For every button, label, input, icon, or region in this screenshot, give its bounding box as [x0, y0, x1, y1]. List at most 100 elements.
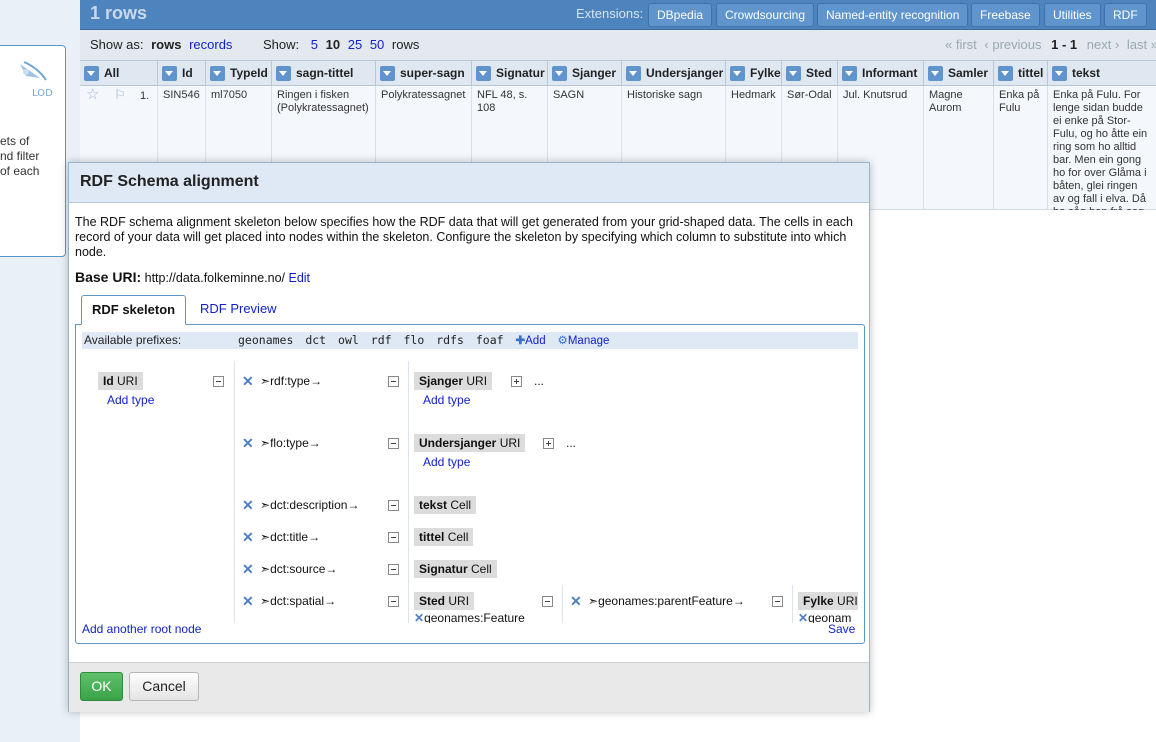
node-tittel[interactable]: tittel Cell	[414, 528, 474, 546]
chevron-down-icon[interactable]	[84, 66, 99, 81]
column-undersjanger[interactable]: Undersjanger	[622, 61, 726, 86]
dialog-description: The RDF schema alignment skeleton below …	[75, 215, 853, 259]
column-fylke[interactable]: Fylke	[726, 61, 782, 86]
property-flo-type[interactable]: ➣flo:type→	[260, 436, 321, 450]
add-prefix-button[interactable]: ✚Add	[515, 335, 545, 347]
column-id[interactable]: Id	[158, 61, 206, 86]
column-label: tittel	[1018, 66, 1044, 80]
collapse-icon[interactable]	[213, 376, 224, 387]
extension-ner-button[interactable]: Named-entity recognition	[817, 3, 969, 27]
close-icon[interactable]: ✕	[242, 530, 254, 544]
collapse-icon[interactable]	[542, 596, 553, 607]
page-size-10[interactable]: 10	[326, 37, 340, 52]
chevron-down-icon[interactable]	[210, 66, 225, 81]
root-node-id[interactable]: Id URI	[98, 372, 143, 390]
node-tekst[interactable]: tekst Cell	[414, 496, 477, 514]
column-tekst[interactable]: tekst	[1048, 61, 1156, 86]
column-super-sagn[interactable]: super-sagn	[376, 61, 472, 86]
column-typeid[interactable]: TypeId	[206, 61, 272, 86]
flag-icon[interactable]: ⚐	[114, 88, 126, 101]
base-uri-edit-link[interactable]: Edit	[288, 271, 310, 285]
property-dct-spatial[interactable]: ➣dct:spatial→	[260, 594, 336, 608]
close-icon[interactable]: ✕	[242, 562, 254, 576]
page-size-25[interactable]: 25	[348, 37, 362, 52]
extension-dbpedia-button[interactable]: DBpedia	[648, 3, 713, 27]
show-as-label: Show as:	[90, 37, 144, 52]
collapse-icon[interactable]	[388, 596, 399, 607]
node-undersjanger[interactable]: Undersjanger URI	[414, 434, 526, 452]
tab-rdf-skeleton[interactable]: RDF skeleton	[81, 295, 187, 325]
page-size-50[interactable]: 50	[370, 37, 384, 52]
save-link[interactable]: Save	[828, 622, 855, 636]
collapse-icon[interactable]	[388, 564, 399, 575]
property-dct-description[interactable]: ➣dct:description→	[260, 498, 359, 512]
star-icon[interactable]: ☆	[86, 87, 99, 102]
chevron-down-icon[interactable]	[1052, 66, 1067, 81]
cell-samler[interactable]: Magne Aurom	[924, 86, 994, 210]
node-fylke[interactable]: Fylke URI	[798, 592, 858, 610]
tab-rdf-preview[interactable]: RDF Preview	[190, 295, 287, 325]
column-informant[interactable]: Informant	[838, 61, 924, 86]
node-signatur[interactable]: Signatur Cell	[414, 560, 497, 578]
pager-first[interactable]: « first	[945, 37, 977, 52]
chevron-down-icon[interactable]	[162, 66, 177, 81]
close-icon[interactable]: ✕	[242, 436, 254, 450]
page-size-5[interactable]: 5	[311, 37, 318, 52]
pager-previous[interactable]: ‹ previous	[984, 37, 1041, 52]
ok-button[interactable]: OK	[80, 672, 123, 701]
close-icon[interactable]: ✕	[570, 594, 582, 608]
mode-records-link[interactable]: records	[189, 37, 232, 52]
chevron-down-icon[interactable]	[380, 66, 395, 81]
expand-icon[interactable]	[543, 438, 554, 449]
extension-freebase-button[interactable]: Freebase	[971, 3, 1040, 27]
collapse-icon[interactable]	[388, 376, 399, 387]
property-rdf-type[interactable]: ➣rdf:type→	[260, 374, 322, 388]
chevron-down-icon[interactable]	[730, 66, 745, 81]
undersjanger-add-type-link[interactable]: Add type	[423, 455, 470, 469]
view-bar: Show as: rows records Show: 5 10 25 50 r…	[80, 30, 1156, 60]
close-icon[interactable]: ✕	[242, 374, 254, 388]
collapse-icon[interactable]	[388, 438, 399, 449]
add-root-node-link[interactable]: Add another root node	[82, 622, 201, 636]
cell-tekst[interactable]: Enka på Fulu. For lenge sidan budde ei e…	[1048, 86, 1156, 210]
property-dct-title[interactable]: ➣dct:title→	[260, 530, 320, 544]
sjanger-add-type-link[interactable]: Add type	[423, 393, 470, 407]
close-icon[interactable]: ✕	[242, 498, 254, 512]
chevron-down-icon[interactable]	[476, 66, 491, 81]
column-signatur[interactable]: Signatur	[472, 61, 548, 86]
column-sjanger[interactable]: Sjanger	[548, 61, 622, 86]
extension-crowdsourcing-button[interactable]: Crowdsourcing	[716, 3, 815, 27]
dialog-footer: OK Cancel	[69, 662, 869, 712]
close-icon[interactable]: ✕	[798, 611, 808, 623]
pager-next[interactable]: next ›	[1087, 37, 1120, 52]
node-sted[interactable]: Sted URI	[414, 592, 475, 610]
column-sted[interactable]: Sted	[782, 61, 838, 86]
collapse-icon[interactable]	[388, 500, 399, 511]
chevron-down-icon[interactable]	[998, 66, 1013, 81]
chevron-down-icon[interactable]	[626, 66, 641, 81]
column-samler[interactable]: Samler	[924, 61, 994, 86]
close-icon[interactable]: ✕	[414, 611, 424, 623]
node-sjanger[interactable]: Sjanger URI	[414, 372, 493, 390]
collapse-icon[interactable]	[772, 596, 783, 607]
column-tittel[interactable]: tittel	[994, 61, 1048, 86]
manage-prefixes-button[interactable]: ⚙Manage	[558, 335, 610, 347]
chevron-down-icon[interactable]	[276, 66, 291, 81]
chevron-down-icon[interactable]	[552, 66, 567, 81]
property-dct-source[interactable]: ➣dct:source→	[260, 562, 337, 576]
extension-rdf-button[interactable]: RDF	[1104, 3, 1147, 27]
collapse-icon[interactable]	[388, 532, 399, 543]
cell-tittel[interactable]: Enka på Fulu	[994, 86, 1048, 210]
chevron-down-icon[interactable]	[928, 66, 943, 81]
extension-utilities-button[interactable]: Utilities	[1044, 3, 1101, 27]
column-sagn-tittel[interactable]: sagn-tittel	[272, 61, 376, 86]
cancel-button[interactable]: Cancel	[129, 672, 199, 701]
property-geonames-parentfeature[interactable]: ➣geonames:parentFeature→	[588, 594, 745, 608]
chevron-down-icon[interactable]	[842, 66, 857, 81]
chevron-down-icon[interactable]	[786, 66, 801, 81]
root-add-type-link[interactable]: Add type	[107, 393, 154, 407]
pager-last[interactable]: last »	[1127, 37, 1156, 52]
column-all[interactable]: All	[80, 61, 158, 86]
close-icon[interactable]: ✕	[242, 594, 254, 608]
expand-icon[interactable]	[511, 376, 522, 387]
